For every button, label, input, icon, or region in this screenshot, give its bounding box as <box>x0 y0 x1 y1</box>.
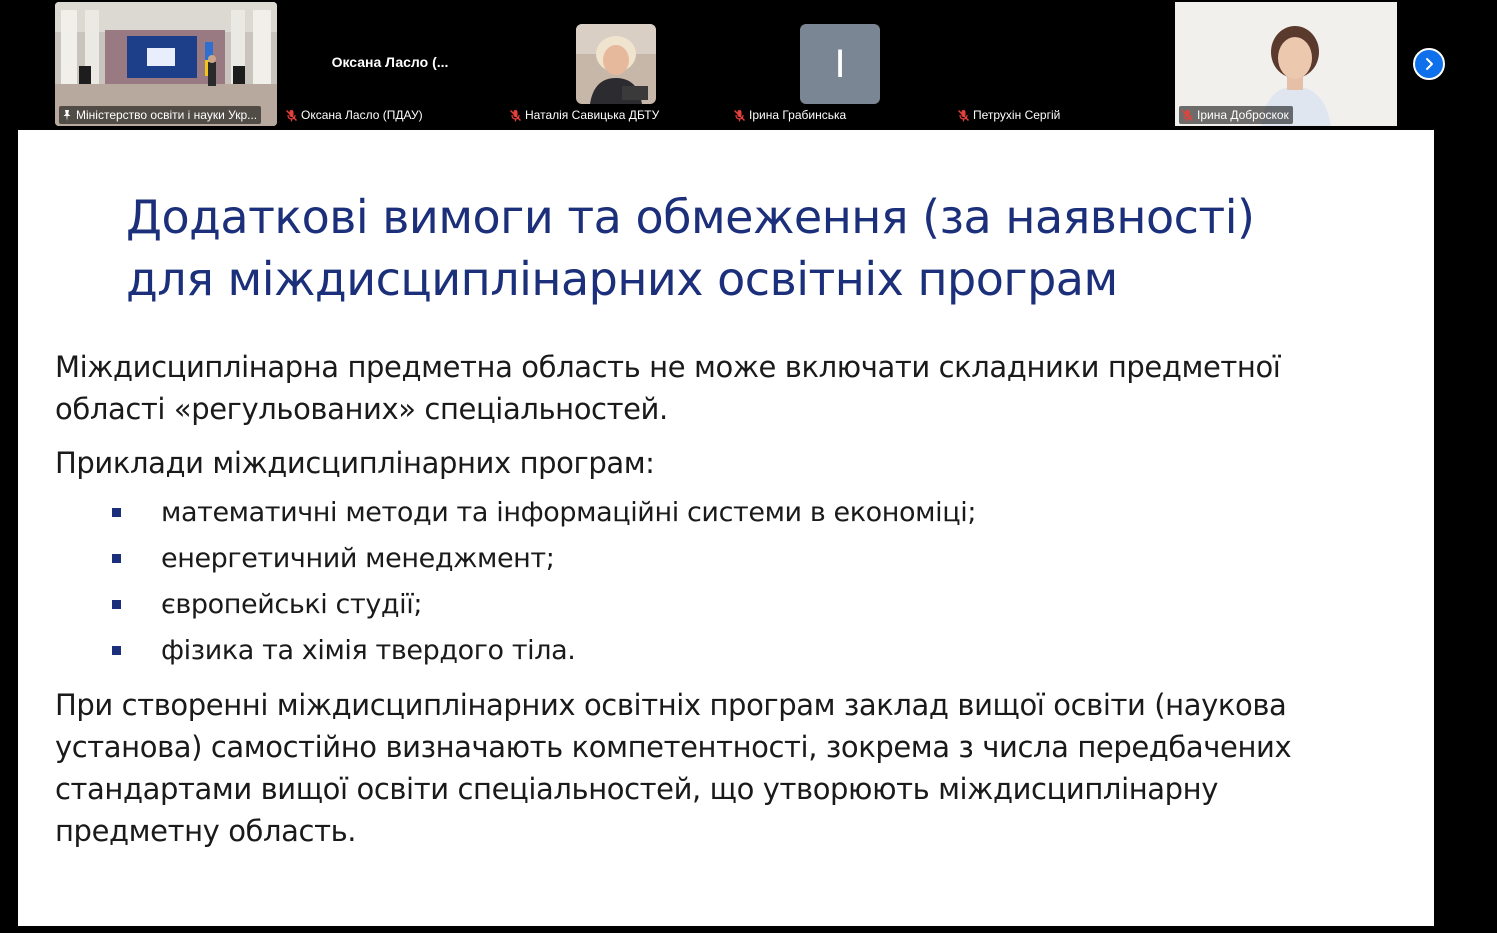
bullet-marker-icon <box>112 646 121 655</box>
participant-tile[interactable]: Наталія Савицька ДБТУ <box>503 2 725 126</box>
bullet-text: європейські студії; <box>161 589 423 620</box>
bullet-item: математичні методи та інформаційні систе… <box>55 490 1425 536</box>
bullet-text: математичні методи та інформаційні систе… <box>161 497 977 528</box>
participant-name-label: Ірина Грабинська <box>731 106 851 124</box>
participant-name-label: Петрухін Сергій <box>955 106 1065 124</box>
bullet-text: енергетичний менеджмент; <box>161 543 555 574</box>
participant-strip: Міністерство освіти і науки Укр... Оксан… <box>0 0 1497 130</box>
bullet-text: фізика та хімія твердого тіла. <box>161 635 576 666</box>
participant-name: Оксана Ласло (ПДАУ) <box>301 108 423 122</box>
participant-name: Наталія Савицька ДБТУ <box>525 108 660 122</box>
paragraph-line: установа) самостійно визначають компетен… <box>55 730 1292 764</box>
paragraph-line: області «регульованих» спеціальностей. <box>55 392 668 426</box>
bullet-item: європейські студії; <box>55 582 1425 628</box>
bullet-marker-icon <box>112 554 121 563</box>
participant-tile[interactable]: Міністерство освіти і науки Укр... <box>55 2 277 126</box>
participant-name: Ірина Доброскок <box>1197 108 1289 122</box>
bullet-item: фізика та хімія твердого тіла. <box>55 628 1425 674</box>
participant-name-label: Міністерство освіти і науки Укр... <box>59 106 262 124</box>
paragraph-line: При створенні міждисциплінарних освітніх… <box>55 688 1287 722</box>
slide-title: Додаткові вимоги та обмеження (за наявно… <box>126 186 1376 310</box>
chevron-right-icon <box>1426 58 1433 70</box>
bullet-marker-icon <box>112 600 121 609</box>
next-participants-button[interactable] <box>1413 48 1445 80</box>
avatar-initial: I <box>800 24 880 104</box>
paragraph: Приклади міждисциплінарних програм: <box>55 442 1425 484</box>
pin-icon <box>63 109 71 121</box>
paragraph-line: Міждисциплінарна предметна область не мо… <box>55 350 1281 384</box>
participant-name: Петрухін Сергій <box>973 108 1061 122</box>
slide-title-line: Додаткові вимоги та обмеження (за наявно… <box>126 190 1255 244</box>
mic-muted-icon <box>286 109 297 121</box>
paragraph: При створенні міждисциплінарних освітніх… <box>55 684 1425 852</box>
slide-title-line: для міждисциплінарних освітніх програм <box>126 252 1118 306</box>
shared-slide: Додаткові вимоги та обмеження (за наявно… <box>18 130 1434 926</box>
avatar <box>576 24 656 104</box>
bullet-list: математичні методи та інформаційні систе… <box>55 490 1425 674</box>
participant-tile[interactable]: Ірина Доброскок <box>1175 2 1397 126</box>
participant-display-name: Оксана Ласло (... <box>331 54 449 70</box>
slide-body: Міждисциплінарна предметна область не мо… <box>55 346 1425 852</box>
mic-muted-icon <box>958 109 969 121</box>
bullet-item: енергетичний менеджмент; <box>55 536 1425 582</box>
participant-name: Міністерство освіти і науки Укр... <box>76 108 258 122</box>
paragraph-line: предметну область. <box>55 814 357 848</box>
participant-name: Ірина Грабинська <box>749 108 847 122</box>
avatar-photo <box>576 24 656 104</box>
participant-name-label: Оксана Ласло (ПДАУ) <box>283 106 427 124</box>
mic-muted-icon <box>510 109 521 121</box>
bullet-marker-icon <box>112 508 121 517</box>
mic-muted-icon <box>1182 109 1193 121</box>
mic-muted-icon <box>734 109 745 121</box>
participant-tile[interactable]: Оксана Ласло (... Оксана Ласло (ПДАУ) <box>279 2 501 126</box>
paragraph: Міждисциплінарна предметна область не мо… <box>55 346 1425 430</box>
participant-tile[interactable]: I Ірина Грабинська <box>727 2 949 126</box>
paragraph-line: Приклади міждисциплінарних програм: <box>55 446 655 480</box>
paragraph-line: стандартами вищої освіти спеціальностей,… <box>55 772 1218 806</box>
video-conference-window: Міністерство освіти і науки Укр... Оксан… <box>0 0 1497 933</box>
participant-tile[interactable]: Петрухін Сергій <box>951 2 1173 126</box>
participant-name-label: Наталія Савицька ДБТУ <box>507 106 664 124</box>
participant-name-label: Ірина Доброскок <box>1179 106 1293 124</box>
